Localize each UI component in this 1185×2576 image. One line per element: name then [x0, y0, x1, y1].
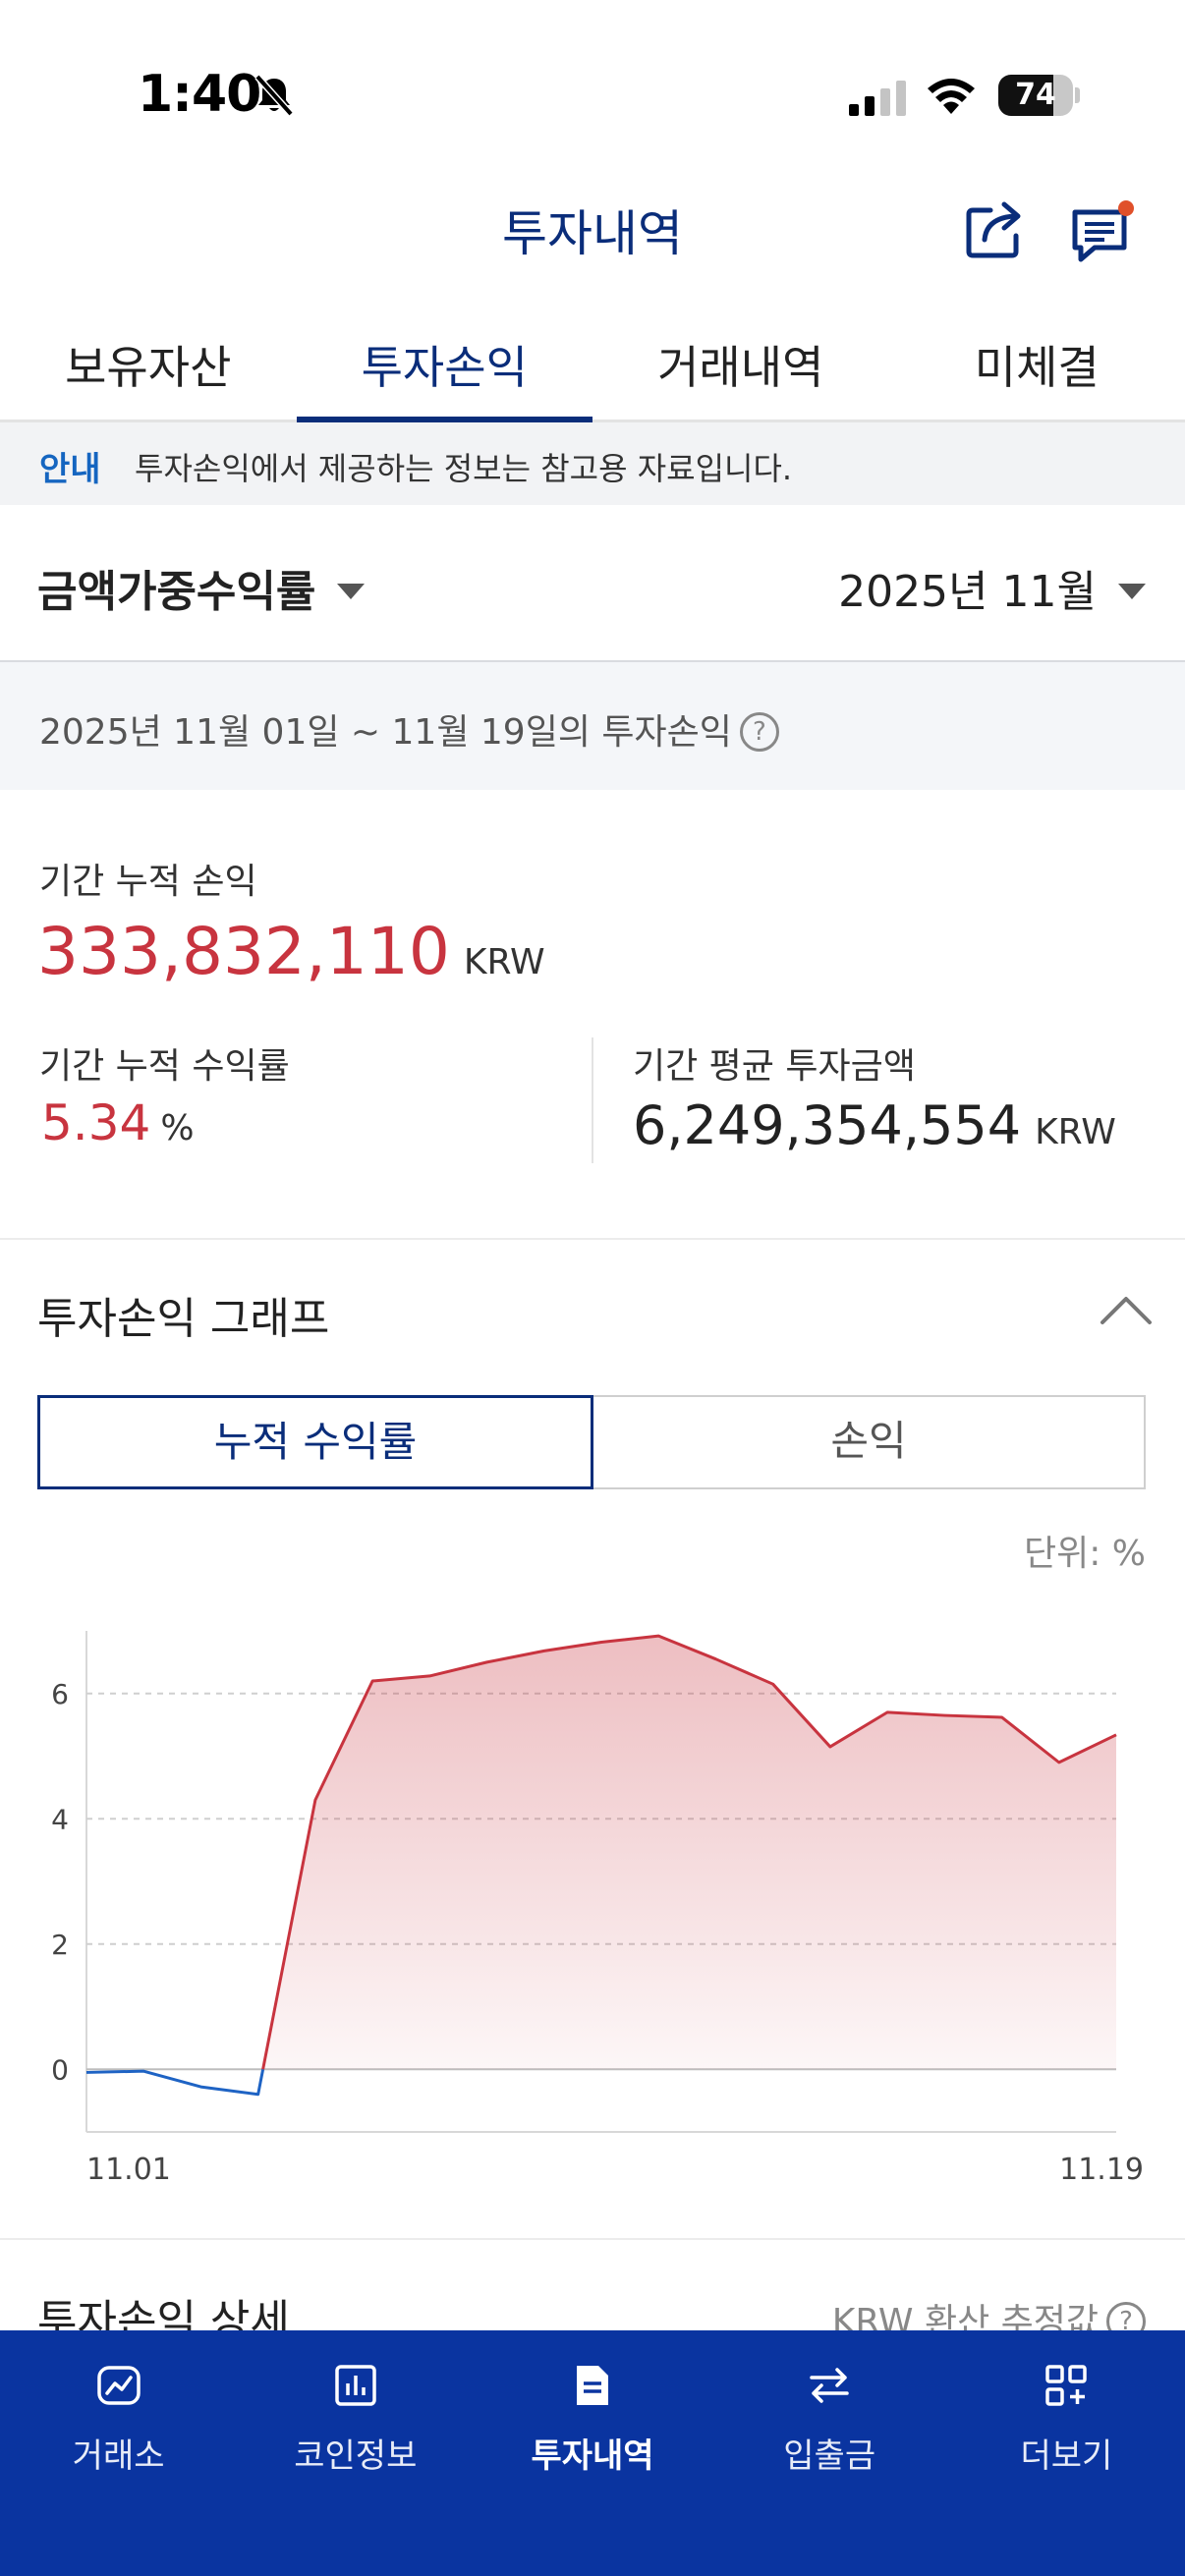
caret-down-icon [1118, 584, 1146, 599]
nav-coin-info[interactable]: 코인정보 [237, 2330, 474, 2576]
series-area [262, 1636, 1117, 2070]
exchange-chart-icon [96, 2366, 141, 2405]
month-label: 2025년 11월 [838, 567, 1097, 617]
bottom-nav: 거래소 코인정보 투자내역 입출금 더보기 [0, 2330, 1185, 2576]
nav-label: 더보기 [1020, 2436, 1113, 2476]
y-tick-label: 6 [51, 1678, 69, 1710]
transfer-arrows-icon [810, 2368, 849, 2403]
divider [0, 2238, 1185, 2240]
divider [0, 1238, 1185, 1240]
share-icon[interactable] [963, 196, 1028, 261]
wifi-icon [928, 79, 975, 114]
tab-transactions[interactable]: 거래내역 [592, 314, 889, 420]
status-bar: 1:40 74 [0, 0, 1185, 167]
nav-investment-history[interactable]: 투자내역 [474, 2330, 710, 2576]
battery-level: 74 [1015, 78, 1056, 112]
month-dropdown[interactable]: 2025년 11월 [838, 556, 1146, 619]
tab-holdings[interactable]: 보유자산 [0, 314, 297, 420]
graph-mode-toggle: 누적 수익률 손익 [37, 1395, 1146, 1489]
status-time: 1:40 [138, 65, 261, 124]
nav-label: 입출금 [783, 2436, 876, 2476]
graph-section-title: 투자손익 그래프 [37, 1294, 330, 1344]
nav-exchange[interactable]: 거래소 [0, 2330, 237, 2576]
more-grid-icon [1045, 2365, 1088, 2406]
bell-muted-icon [254, 74, 294, 117]
x-tick-label: 11.19 [1059, 2153, 1144, 2187]
nav-deposit-withdraw[interactable]: 입출금 [711, 2330, 948, 2576]
avg-investment-label: 기간 평균 투자금액 [633, 1046, 916, 1087]
cumulative-rate-unit: % [160, 1108, 195, 1148]
cumulative-rate-label: 기간 누적 수익률 [39, 1046, 290, 1087]
return-type-dropdown[interactable]: 금액가중수익률 [37, 556, 366, 619]
cumulative-return-chart: 0 2 4 6 11.01 11.19 [51, 1631, 1144, 2187]
nav-label: 거래소 [72, 2436, 165, 2476]
cumulative-pl-label: 기간 누적 손익 [39, 862, 257, 902]
caret-down-icon [337, 584, 366, 599]
notice-label: 안내 [39, 450, 101, 489]
cumulative-pl: 333,832,110 KRW [37, 914, 545, 989]
cumulative-pl-unit: KRW [463, 942, 545, 982]
nav-label: 코인정보 [294, 2436, 418, 2476]
cumulative-pl-value: 333,832,110 [37, 914, 450, 989]
toggle-profit-loss[interactable]: 손익 [593, 1395, 1146, 1489]
notice-banner: 안내 투자손익에서 제공하는 정보는 참고용 자료입니다. [0, 422, 1185, 505]
tab-profit-loss[interactable]: 투자손익 [296, 314, 593, 422]
y-tick-label: 0 [51, 2053, 69, 2086]
avg-investment: 6,249,354,554 KRW [633, 1094, 1116, 1156]
nav-label: 투자내역 [531, 2436, 654, 2476]
nav-more[interactable]: 더보기 [948, 2330, 1185, 2576]
document-icon [577, 2366, 608, 2405]
return-type-label: 금액가중수익률 [37, 567, 316, 617]
chevron-up-icon[interactable] [1099, 1293, 1154, 1326]
unit-label: 단위: % [1023, 1534, 1146, 1574]
avg-investment-value: 6,249,354,554 [633, 1094, 1022, 1156]
signal-icon [849, 81, 906, 116]
toggle-cumulative-rate[interactable]: 누적 수익률 [37, 1395, 593, 1489]
tab-bar: 보유자산 투자손익 거래내역 미체결 [0, 314, 1185, 422]
help-icon[interactable]: ? [739, 712, 779, 752]
y-tick-label: 4 [51, 1803, 69, 1835]
cumulative-rate: 5.34% [41, 1094, 195, 1151]
y-tick-label: 2 [51, 1929, 69, 1961]
x-tick-label: 11.01 [86, 2153, 171, 2187]
avg-investment-unit: KRW [1035, 1112, 1116, 1152]
period-band: 2025년 11월 01일 ~ 11월 19일의 투자손익? [0, 662, 1185, 790]
battery-indicator: 74 [998, 75, 1080, 116]
notification-message-icon[interactable] [1069, 198, 1138, 263]
cumulative-rate-value: 5.34 [41, 1094, 151, 1151]
vertical-divider [592, 1037, 593, 1163]
coin-info-icon [335, 2365, 376, 2406]
period-range: 2025년 11월 01일 ~ 11월 19일의 투자손익 [39, 712, 732, 753]
tab-pending-orders[interactable]: 미체결 [889, 314, 1185, 420]
series-line-negative [85, 2068, 265, 2097]
period-text: 2025년 11월 01일 ~ 11월 19일의 투자손익? [39, 703, 779, 755]
notice-text: 투자손익에서 제공하는 정보는 참고용 자료입니다. [135, 450, 793, 487]
